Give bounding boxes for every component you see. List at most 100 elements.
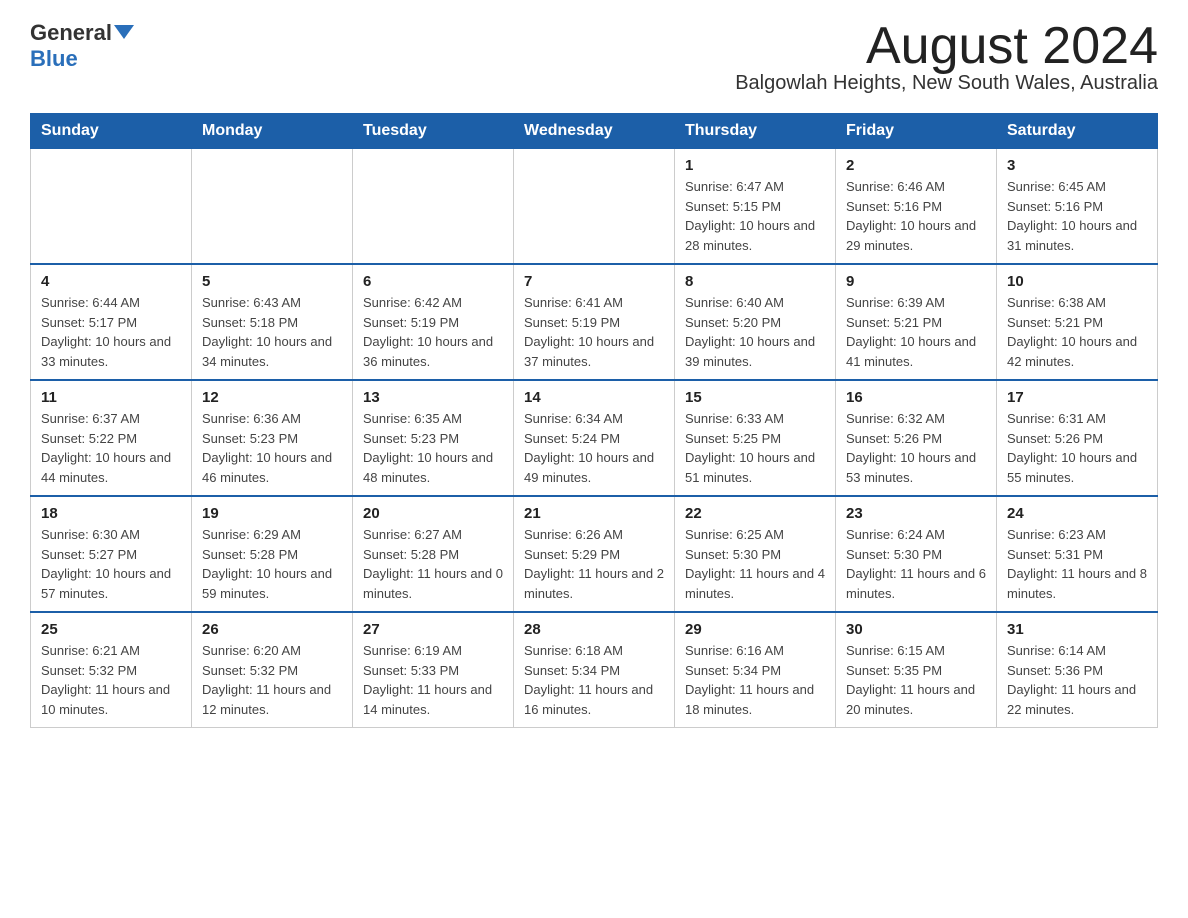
calendar-cell: 12 Sunrise: 6:36 AMSunset: 5:23 PMDayligh…: [192, 380, 353, 496]
calendar-cell: 30Sunrise: 6:15 AMSunset: 5:35 PMDayligh…: [836, 612, 997, 728]
calendar-cell: 17Sunrise: 6:31 AMSunset: 5:26 PMDayligh…: [997, 380, 1158, 496]
calendar-cell: 8 Sunrise: 6:40 AMSunset: 5:20 PMDaylight…: [675, 264, 836, 380]
calendar-cell: 29 Sunrise: 6:16 AMSunset: 5:34 PMDayligh…: [675, 612, 836, 728]
calendar-cell: 21 Sunrise: 6:26 AMSunset: 5:29 PMDayligh…: [514, 496, 675, 612]
calendar-cell: 18 Sunrise: 6:30 AMSunset: 5:27 PMDayligh…: [31, 496, 192, 612]
calendar-cell: [514, 149, 675, 265]
calendar-cell: 16 Sunrise: 6:32 AMSunset: 5:26 PMDayligh…: [836, 380, 997, 496]
page-header: General Blue August 2024 Balgowlah Heigh…: [30, 20, 1158, 107]
day-number: 20: [363, 505, 503, 522]
day-number: 18: [41, 505, 181, 522]
day-number: 26: [202, 621, 342, 638]
title-block: August 2024 Balgowlah Heights, New South…: [735, 20, 1158, 107]
calendar-week-row: 4Sunrise: 6:44 AMSunset: 5:17 PMDaylight…: [31, 264, 1158, 380]
day-number: 22: [685, 505, 825, 522]
calendar-cell: 24 Sunrise: 6:23 AMSunset: 5:31 PMDayligh…: [997, 496, 1158, 612]
day-info: Sunrise: 6:25 AMSunset: 5:30 PMDaylight:…: [685, 525, 825, 603]
day-info: Sunrise: 6:27 AMSunset: 5:28 PMDaylight:…: [363, 525, 503, 603]
calendar-cell: 14 Sunrise: 6:34 AMSunset: 5:24 PMDayligh…: [514, 380, 675, 496]
day-info: Sunrise: 6:26 AMSunset: 5:29 PMDaylight:…: [524, 525, 664, 603]
day-info: Sunrise: 6:20 AMSunset: 5:32 PMDaylight:…: [202, 641, 342, 719]
day-info: Sunrise: 6:14 AMSunset: 5:36 PMDaylight:…: [1007, 641, 1147, 719]
day-info: Sunrise: 6:40 AMSunset: 5:20 PMDaylight:…: [685, 293, 825, 371]
day-number: 13: [363, 389, 503, 406]
calendar-header-friday: Friday: [836, 114, 997, 149]
day-info: Sunrise: 6:32 AMSunset: 5:26 PMDaylight:…: [846, 409, 986, 487]
calendar-cell: 10 Sunrise: 6:38 AMSunset: 5:21 PMDayligh…: [997, 264, 1158, 380]
calendar-header-monday: Monday: [192, 114, 353, 149]
day-number: 8: [685, 273, 825, 290]
day-number: 27: [363, 621, 503, 638]
day-number: 6: [363, 273, 503, 290]
calendar-header-row: SundayMondayTuesdayWednesdayThursdayFrid…: [31, 114, 1158, 149]
day-info: Sunrise: 6:41 AMSunset: 5:19 PMDaylight:…: [524, 293, 664, 371]
calendar-week-row: 1Sunrise: 6:47 AMSunset: 5:15 PMDaylight…: [31, 149, 1158, 265]
day-number: 10: [1007, 273, 1147, 290]
calendar-cell: 15Sunrise: 6:33 AMSunset: 5:25 PMDayligh…: [675, 380, 836, 496]
day-number: 14: [524, 389, 664, 406]
calendar-header-saturday: Saturday: [997, 114, 1158, 149]
calendar-cell: 19Sunrise: 6:29 AMSunset: 5:28 PMDayligh…: [192, 496, 353, 612]
calendar-cell: 23Sunrise: 6:24 AMSunset: 5:30 PMDayligh…: [836, 496, 997, 612]
calendar-cell: 11 Sunrise: 6:37 AMSunset: 5:22 PMDayligh…: [31, 380, 192, 496]
day-number: 5: [202, 273, 342, 290]
day-info: Sunrise: 6:42 AMSunset: 5:19 PMDaylight:…: [363, 293, 503, 371]
day-info: Sunrise: 6:16 AMSunset: 5:34 PMDaylight:…: [685, 641, 825, 719]
day-number: 7: [524, 273, 664, 290]
calendar-cell: 4Sunrise: 6:44 AMSunset: 5:17 PMDaylight…: [31, 264, 192, 380]
day-number: 19: [202, 505, 342, 522]
day-info: Sunrise: 6:45 AMSunset: 5:16 PMDaylight:…: [1007, 177, 1147, 255]
day-number: 3: [1007, 157, 1147, 174]
day-number: 4: [41, 273, 181, 290]
day-number: 28: [524, 621, 664, 638]
month-title: August 2024: [735, 20, 1158, 72]
logo-triangle-icon: [114, 25, 134, 39]
day-info: Sunrise: 6:23 AMSunset: 5:31 PMDaylight:…: [1007, 525, 1147, 603]
day-info: Sunrise: 6:31 AMSunset: 5:26 PMDaylight:…: [1007, 409, 1147, 487]
calendar-cell: 27 Sunrise: 6:19 AMSunset: 5:33 PMDayligh…: [353, 612, 514, 728]
day-number: 16: [846, 389, 986, 406]
day-info: Sunrise: 6:34 AMSunset: 5:24 PMDaylight:…: [524, 409, 664, 487]
calendar-cell: 9 Sunrise: 6:39 AMSunset: 5:21 PMDaylight…: [836, 264, 997, 380]
day-number: 2: [846, 157, 986, 174]
location-subtitle: Balgowlah Heights, New South Wales, Aust…: [735, 72, 1158, 95]
day-info: Sunrise: 6:18 AMSunset: 5:34 PMDaylight:…: [524, 641, 664, 719]
day-number: 21: [524, 505, 664, 522]
day-info: Sunrise: 6:47 AMSunset: 5:15 PMDaylight:…: [685, 177, 825, 255]
day-info: Sunrise: 6:15 AMSunset: 5:35 PMDaylight:…: [846, 641, 986, 719]
calendar-cell: [192, 149, 353, 265]
calendar-cell: 26 Sunrise: 6:20 AMSunset: 5:32 PMDayligh…: [192, 612, 353, 728]
calendar-cell: [353, 149, 514, 265]
day-info: Sunrise: 6:30 AMSunset: 5:27 PMDaylight:…: [41, 525, 181, 603]
day-number: 25: [41, 621, 181, 638]
calendar-week-row: 11 Sunrise: 6:37 AMSunset: 5:22 PMDayligh…: [31, 380, 1158, 496]
day-number: 11: [41, 389, 181, 406]
calendar-cell: 5 Sunrise: 6:43 AMSunset: 5:18 PMDaylight…: [192, 264, 353, 380]
day-info: Sunrise: 6:39 AMSunset: 5:21 PMDaylight:…: [846, 293, 986, 371]
day-info: Sunrise: 6:21 AMSunset: 5:32 PMDaylight:…: [41, 641, 181, 719]
calendar-week-row: 18 Sunrise: 6:30 AMSunset: 5:27 PMDayligh…: [31, 496, 1158, 612]
day-info: Sunrise: 6:33 AMSunset: 5:25 PMDaylight:…: [685, 409, 825, 487]
day-info: Sunrise: 6:37 AMSunset: 5:22 PMDaylight:…: [41, 409, 181, 487]
logo-general-text: General: [30, 20, 112, 46]
calendar-header-tuesday: Tuesday: [353, 114, 514, 149]
day-number: 31: [1007, 621, 1147, 638]
calendar-header-sunday: Sunday: [31, 114, 192, 149]
day-info: Sunrise: 6:19 AMSunset: 5:33 PMDaylight:…: [363, 641, 503, 719]
day-info: Sunrise: 6:38 AMSunset: 5:21 PMDaylight:…: [1007, 293, 1147, 371]
calendar-header-wednesday: Wednesday: [514, 114, 675, 149]
calendar-cell: 28 Sunrise: 6:18 AMSunset: 5:34 PMDayligh…: [514, 612, 675, 728]
logo-blue-text: Blue: [30, 46, 78, 72]
day-number: 9: [846, 273, 986, 290]
calendar-cell: 13 Sunrise: 6:35 AMSunset: 5:23 PMDayligh…: [353, 380, 514, 496]
calendar-cell: 22 Sunrise: 6:25 AMSunset: 5:30 PMDayligh…: [675, 496, 836, 612]
day-number: 24: [1007, 505, 1147, 522]
calendar-week-row: 25 Sunrise: 6:21 AMSunset: 5:32 PMDayligh…: [31, 612, 1158, 728]
calendar-cell: 31 Sunrise: 6:14 AMSunset: 5:36 PMDayligh…: [997, 612, 1158, 728]
day-number: 12: [202, 389, 342, 406]
day-info: Sunrise: 6:35 AMSunset: 5:23 PMDaylight:…: [363, 409, 503, 487]
day-info: Sunrise: 6:46 AMSunset: 5:16 PMDaylight:…: [846, 177, 986, 255]
day-info: Sunrise: 6:43 AMSunset: 5:18 PMDaylight:…: [202, 293, 342, 371]
day-info: Sunrise: 6:36 AMSunset: 5:23 PMDaylight:…: [202, 409, 342, 487]
day-number: 29: [685, 621, 825, 638]
